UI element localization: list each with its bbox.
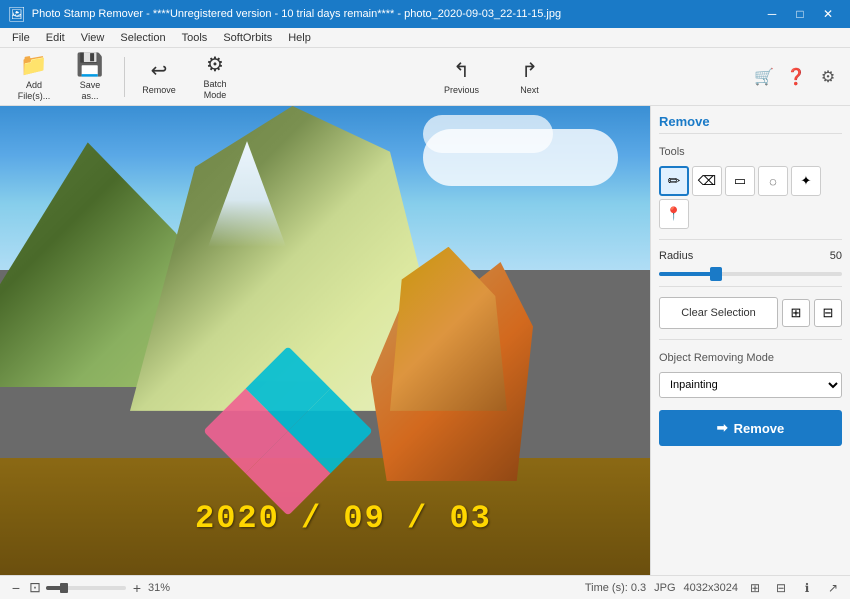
batch-icon: ⚙ [206, 52, 224, 77]
remove-button[interactable]: ➡ Remove [659, 410, 842, 446]
slider-track [659, 272, 842, 276]
remove-arrow-icon: ➡ [717, 420, 728, 436]
menu-view[interactable]: View [73, 30, 113, 46]
separator-1 [124, 57, 125, 97]
next-label: Next [520, 85, 539, 95]
maximize-button[interactable]: □ [786, 0, 814, 28]
menu-edit[interactable]: Edit [38, 30, 73, 46]
slider-thumb[interactable] [710, 267, 722, 281]
zoom-percent: 31% [148, 582, 170, 594]
add-label: AddFile(s)... [18, 80, 51, 102]
menu-file[interactable]: File [4, 30, 38, 46]
divider-1 [659, 239, 842, 240]
tool-rect[interactable]: ▭ [725, 166, 755, 196]
right-panel: Remove Tools ✏ ⌫ ▭ ◌ ✦ 📍 Radius [650, 106, 850, 575]
batch-mode-button[interactable]: ⚙ BatchMode [189, 51, 241, 103]
divider-3 [659, 339, 842, 340]
mode-select[interactable]: Inpainting Content Aware Fill Smart Fill [659, 372, 842, 398]
stamp-icon: 📍 [666, 206, 682, 222]
title-controls: ─ □ ✕ [758, 0, 842, 28]
eraser-icon: ⌫ [698, 173, 716, 189]
date-watermark: 2020 / 09 / 03 [195, 500, 492, 537]
close-button[interactable]: ✕ [814, 0, 842, 28]
next-button[interactable]: ↱ Next [500, 51, 560, 103]
remove-btn-label: Remove [734, 421, 785, 436]
zoom-reset-button[interactable]: + [129, 580, 145, 596]
toolbar: 📁 AddFile(s)... 💾 Saveas... ↩ Remove ⚙ B… [0, 48, 850, 106]
slider-fill [659, 272, 714, 276]
dimensions-label: 4032x3024 [684, 582, 738, 594]
toolbar-right: 🛒 ❓ ⚙ [750, 63, 842, 91]
zoom-thumb[interactable] [60, 583, 68, 593]
previous-label: Previous [444, 85, 479, 95]
minimize-button[interactable]: ─ [758, 0, 786, 28]
title-text: Photo Stamp Remover - ****Unregistered v… [32, 8, 561, 20]
zoom-slider[interactable] [46, 586, 126, 590]
zoom-in-button[interactable]: ⊡ [27, 580, 43, 596]
tool-brush[interactable]: ✏ [659, 166, 689, 196]
title-bar: 🖼 Photo Stamp Remover - ****Unregistered… [0, 0, 850, 28]
cart-button[interactable]: 🛒 [750, 63, 778, 91]
batch-label: BatchMode [203, 79, 226, 101]
zoom-controls: − ⊡ + 31% [8, 580, 170, 596]
menu-help[interactable]: Help [280, 30, 319, 46]
next-icon: ↱ [521, 58, 538, 83]
menu-selection[interactable]: Selection [112, 30, 173, 46]
canvas-area[interactable]: 2020 / 09 / 03 [0, 106, 650, 575]
menu-softorbits[interactable]: SoftOrbits [215, 30, 280, 46]
select-all-button[interactable]: ⊞ [782, 299, 810, 327]
cloud-2 [423, 115, 553, 153]
clear-selection-button[interactable]: Clear Selection [659, 297, 778, 329]
menu-tools[interactable]: Tools [174, 30, 216, 46]
remove-icon: ↩ [151, 58, 168, 83]
zoom-out-button[interactable]: − [8, 580, 24, 596]
mode-label: Object Removing Mode [659, 352, 842, 364]
radius-row: Radius 50 [659, 250, 842, 262]
brush-icon: ✏ [668, 172, 681, 190]
status-bar: − ⊡ + 31% Time (s): 0.3 JPG 4032x3024 ⊞ … [0, 575, 850, 599]
radius-label: Radius [659, 250, 693, 262]
share-button[interactable]: ↗ [824, 579, 842, 597]
settings-button[interactable]: ⚙ [814, 63, 842, 91]
invert-icon: ⊟ [823, 305, 834, 321]
lasso-icon: ◌ [769, 174, 777, 189]
save-as-button[interactable]: 💾 Saveas... [64, 51, 116, 103]
radius-value: 50 [830, 250, 842, 262]
app-icon: 🖼 [8, 6, 26, 23]
radius-slider[interactable] [659, 272, 842, 276]
fit-button[interactable]: ⊞ [746, 579, 764, 597]
info-button[interactable]: ℹ [798, 579, 816, 597]
photo-canvas: 2020 / 09 / 03 [0, 106, 650, 575]
panel-title: Remove [659, 114, 842, 134]
select-all-icon: ⊞ [791, 305, 802, 321]
previous-button[interactable]: ↰ Previous [432, 51, 492, 103]
tools-row: ✏ ⌫ ▭ ◌ ✦ 📍 [659, 166, 842, 229]
remove-button-toolbar[interactable]: ↩ Remove [133, 51, 185, 103]
selection-buttons: Clear Selection ⊞ ⊟ [659, 297, 842, 329]
help-button[interactable]: ❓ [782, 63, 810, 91]
tool-stamp[interactable]: 📍 [659, 199, 689, 229]
save-icon: 💾 [76, 52, 103, 78]
add-icon: 📁 [20, 52, 47, 78]
invert-selection-button[interactable]: ⊟ [814, 299, 842, 327]
remove-label: Remove [142, 85, 176, 95]
toolbar-nav: ↰ Previous ↱ Next [432, 51, 560, 103]
magic-icon: ✦ [801, 173, 812, 189]
previous-icon: ↰ [453, 58, 470, 83]
time-label: Time (s): 0.3 [585, 582, 646, 594]
divider-2 [659, 286, 842, 287]
tool-lasso[interactable]: ◌ [758, 166, 788, 196]
tool-eraser[interactable]: ⌫ [692, 166, 722, 196]
save-label: Saveas... [80, 80, 101, 102]
rect-icon: ▭ [734, 173, 746, 189]
menu-bar: File Edit View Selection Tools SoftOrbit… [0, 28, 850, 48]
format-label: JPG [654, 582, 675, 594]
actual-size-button[interactable]: ⊟ [772, 579, 790, 597]
tool-magic[interactable]: ✦ [791, 166, 821, 196]
add-files-button[interactable]: 📁 AddFile(s)... [8, 51, 60, 103]
main-layout: 2020 / 09 / 03 Remove Tools ✏ ⌫ ▭ ◌ ✦ 📍 [0, 106, 850, 575]
status-right: Time (s): 0.3 JPG 4032x3024 ⊞ ⊟ ℹ ↗ [585, 579, 842, 597]
tools-label: Tools [659, 146, 842, 158]
